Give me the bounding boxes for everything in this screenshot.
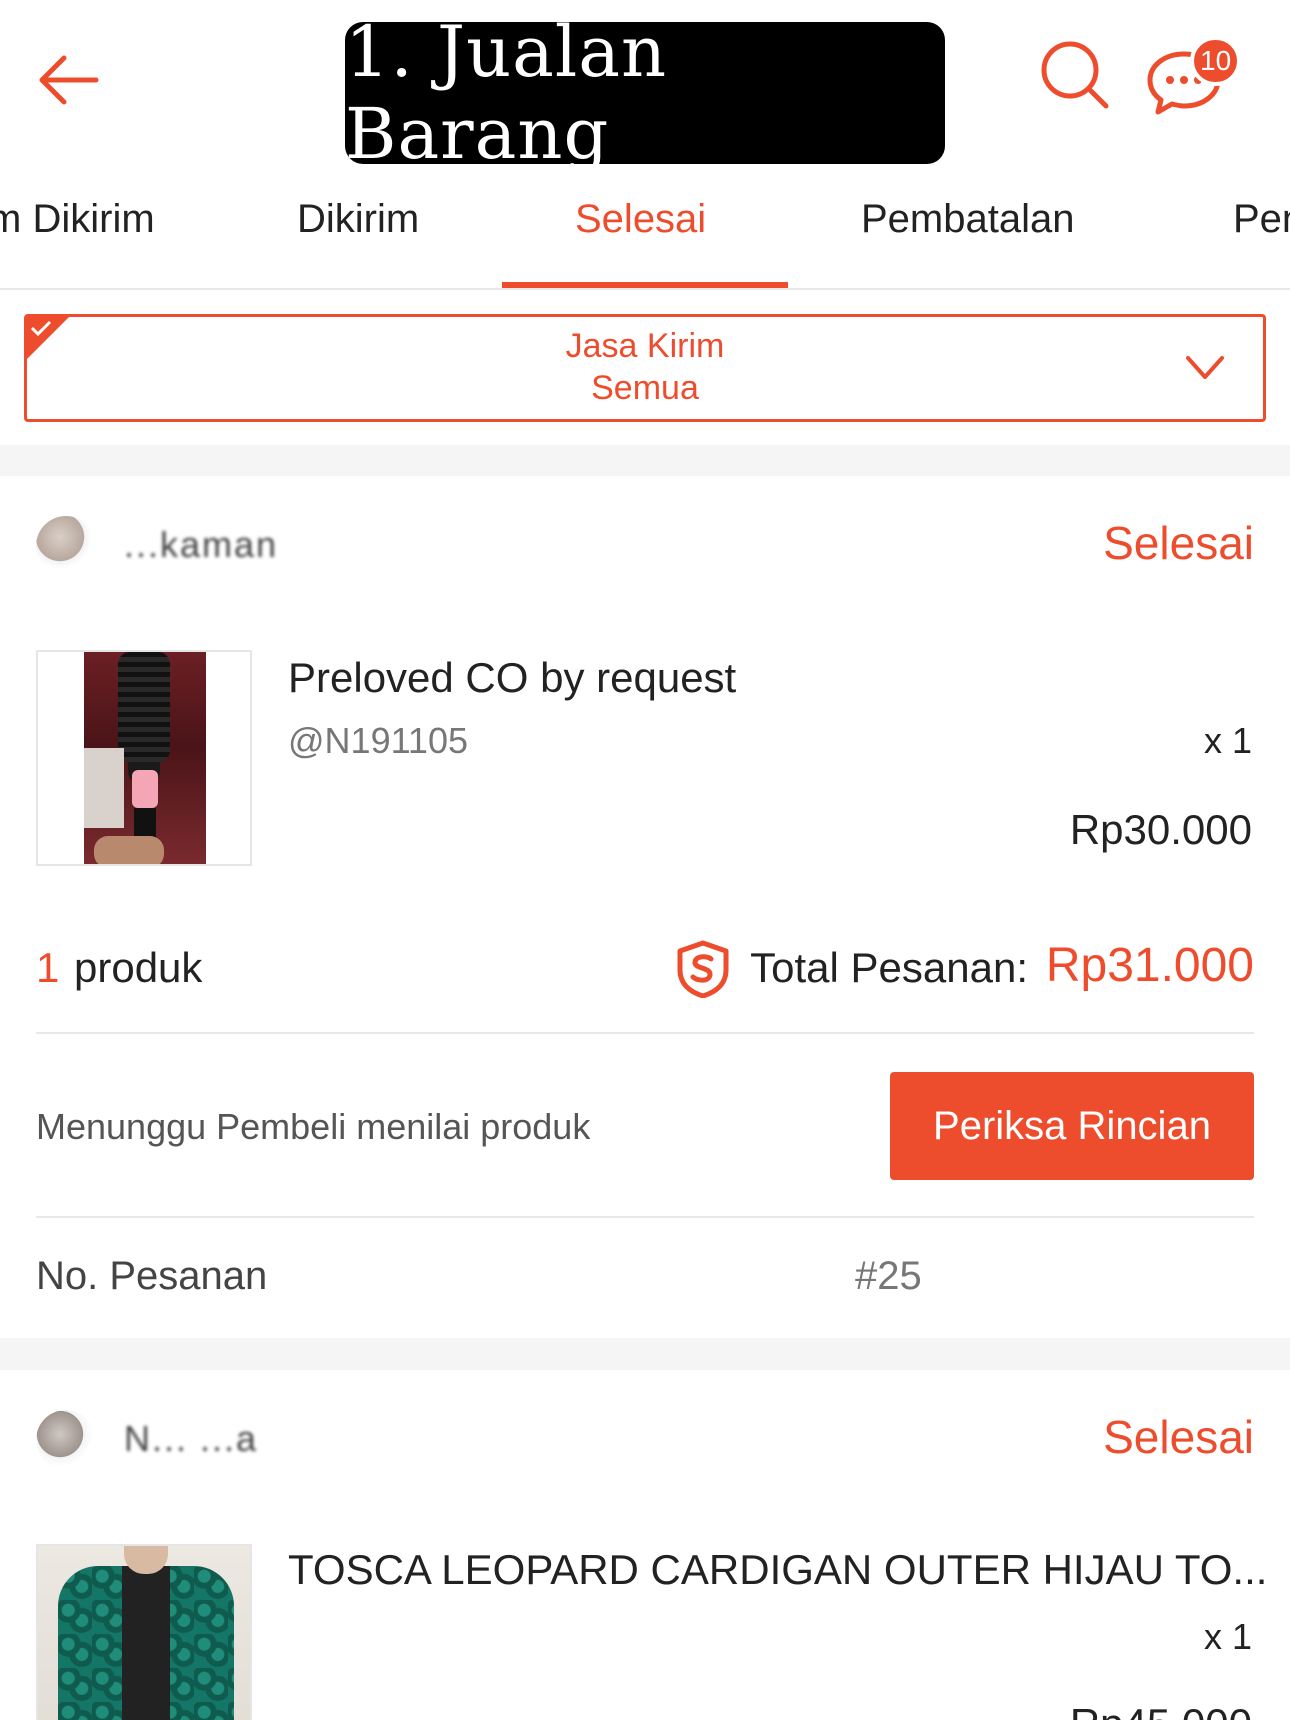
- shipping-filter-dropdown[interactable]: Jasa Kirim Semua: [24, 314, 1266, 422]
- page-title: 1. Jualan Barang: [345, 11, 668, 175]
- product-count-label: produk: [74, 944, 203, 991]
- product-image: [36, 650, 252, 866]
- chevron-down-icon: [1186, 356, 1224, 379]
- product-count: 1: [36, 944, 60, 991]
- shop-row: ...kaman Selesai: [36, 516, 1254, 576]
- shop-row: N... ...a Selesai: [36, 1410, 1254, 1470]
- active-tab-indicator: [502, 282, 788, 288]
- shopee-guarantee-shield-icon: [677, 940, 729, 998]
- order-status: Selesai: [1103, 1411, 1254, 1463]
- filter-value: Semua: [591, 369, 699, 407]
- redaction-mask: [925, 1246, 1255, 1306]
- product-quantity: x 1: [1203, 720, 1252, 761]
- app-header: 1. Jualan Barang 10: [0, 0, 1290, 175]
- product-image: [36, 1544, 252, 1720]
- order-number[interactable]: #25: [855, 1254, 922, 1299]
- order-total-label: Total Pesanan:: [750, 944, 1028, 991]
- product-title: TOSCA LEOPARD CARDIGAN OUTER HIJAU TO...: [288, 1546, 1268, 1593]
- shop-avatar: [36, 1410, 96, 1470]
- product-title: Preloved CO by request: [288, 654, 737, 701]
- shop-name: N... ...a: [124, 1418, 259, 1459]
- back-arrow-icon[interactable]: [36, 52, 100, 108]
- tab-dikirim[interactable]: Dikirim: [297, 197, 419, 242]
- chat-badge: 10: [1190, 36, 1242, 86]
- order-summary: 1 produk Total Pesanan: Rp31.000: [36, 938, 1254, 998]
- filter-area: Jasa Kirim Semua: [0, 290, 1290, 445]
- tab-selesai[interactable]: Selesai: [575, 197, 706, 242]
- tab-pengembalian[interactable]: Pengembalian: [1233, 197, 1290, 242]
- order-status: Selesai: [1103, 517, 1254, 569]
- product-quantity: x 1: [1203, 1616, 1252, 1657]
- shop-name: ...kaman: [124, 524, 279, 565]
- order-note: Menunggu Pembeli menilai produk: [36, 1106, 591, 1147]
- order-number-label: No. Pesanan: [36, 1254, 268, 1298]
- page-title-overlay: 1. Jualan Barang: [345, 11, 945, 175]
- divider: [36, 1216, 1254, 1218]
- tab-pembatalan[interactable]: Pembatalan: [861, 197, 1074, 242]
- order-card[interactable]: N... ...a Selesai TOSCA LEOPARD CARDIGAN…: [0, 1370, 1290, 1720]
- order-status-tabs: Belum Dikirim Dikirim Selesai Pembatalan…: [0, 175, 1290, 290]
- product-price: Rp45.000: [1070, 1700, 1252, 1720]
- divider: [36, 1032, 1254, 1034]
- order-total-value: Rp31.000: [1045, 939, 1254, 992]
- view-details-button[interactable]: Periksa Rincian: [890, 1072, 1254, 1180]
- search-icon[interactable]: [1038, 38, 1110, 110]
- shop-avatar: [36, 516, 96, 576]
- order-card[interactable]: ...kaman Selesai Preloved CO by request …: [0, 476, 1290, 1338]
- filter-label: Jasa Kirim: [565, 327, 725, 365]
- tab-belum-dikirim[interactable]: Belum Dikirim: [0, 197, 155, 242]
- chat-button[interactable]: 10: [1142, 36, 1252, 116]
- product-variant: @N191105: [288, 720, 468, 761]
- product-price: Rp30.000: [1069, 806, 1252, 853]
